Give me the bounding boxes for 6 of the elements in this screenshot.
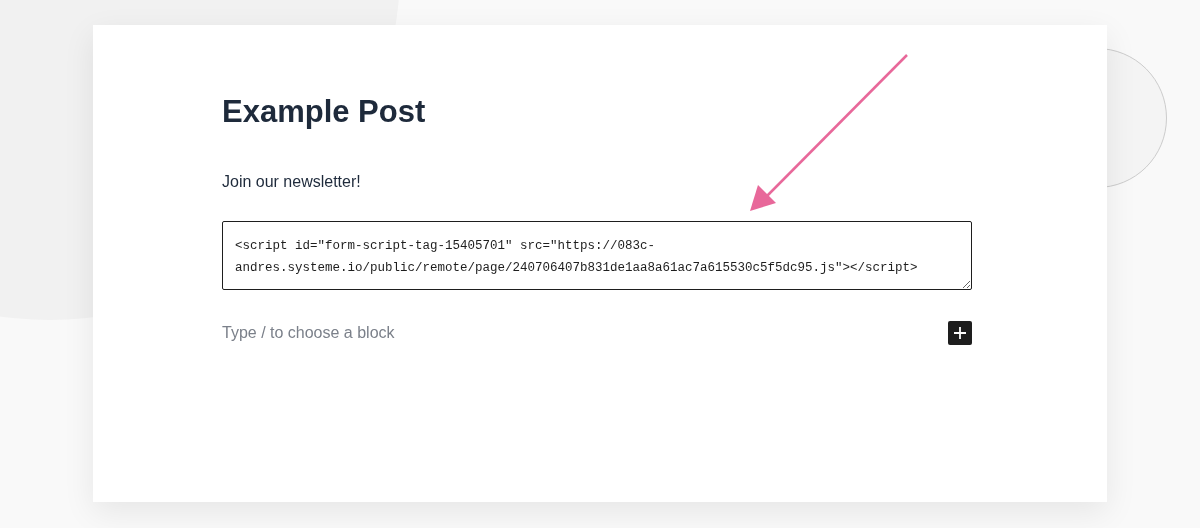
add-block-button[interactable] — [948, 320, 972, 345]
block-prompt-field[interactable]: Type / to choose a block — [222, 320, 622, 345]
plus-icon — [953, 325, 967, 340]
post-title[interactable]: Example Post — [222, 89, 972, 136]
html-code-field[interactable]: <script id="form-script-tag-15405701" src="https://083c-andres.systeme.io/public/remote/page/240706407b831de1aa8a61ac7a615530c5f5dc95.js"></script> — [222, 220, 972, 290]
paragraph-text[interactable]: Join our newsletter! — [222, 169, 972, 194]
